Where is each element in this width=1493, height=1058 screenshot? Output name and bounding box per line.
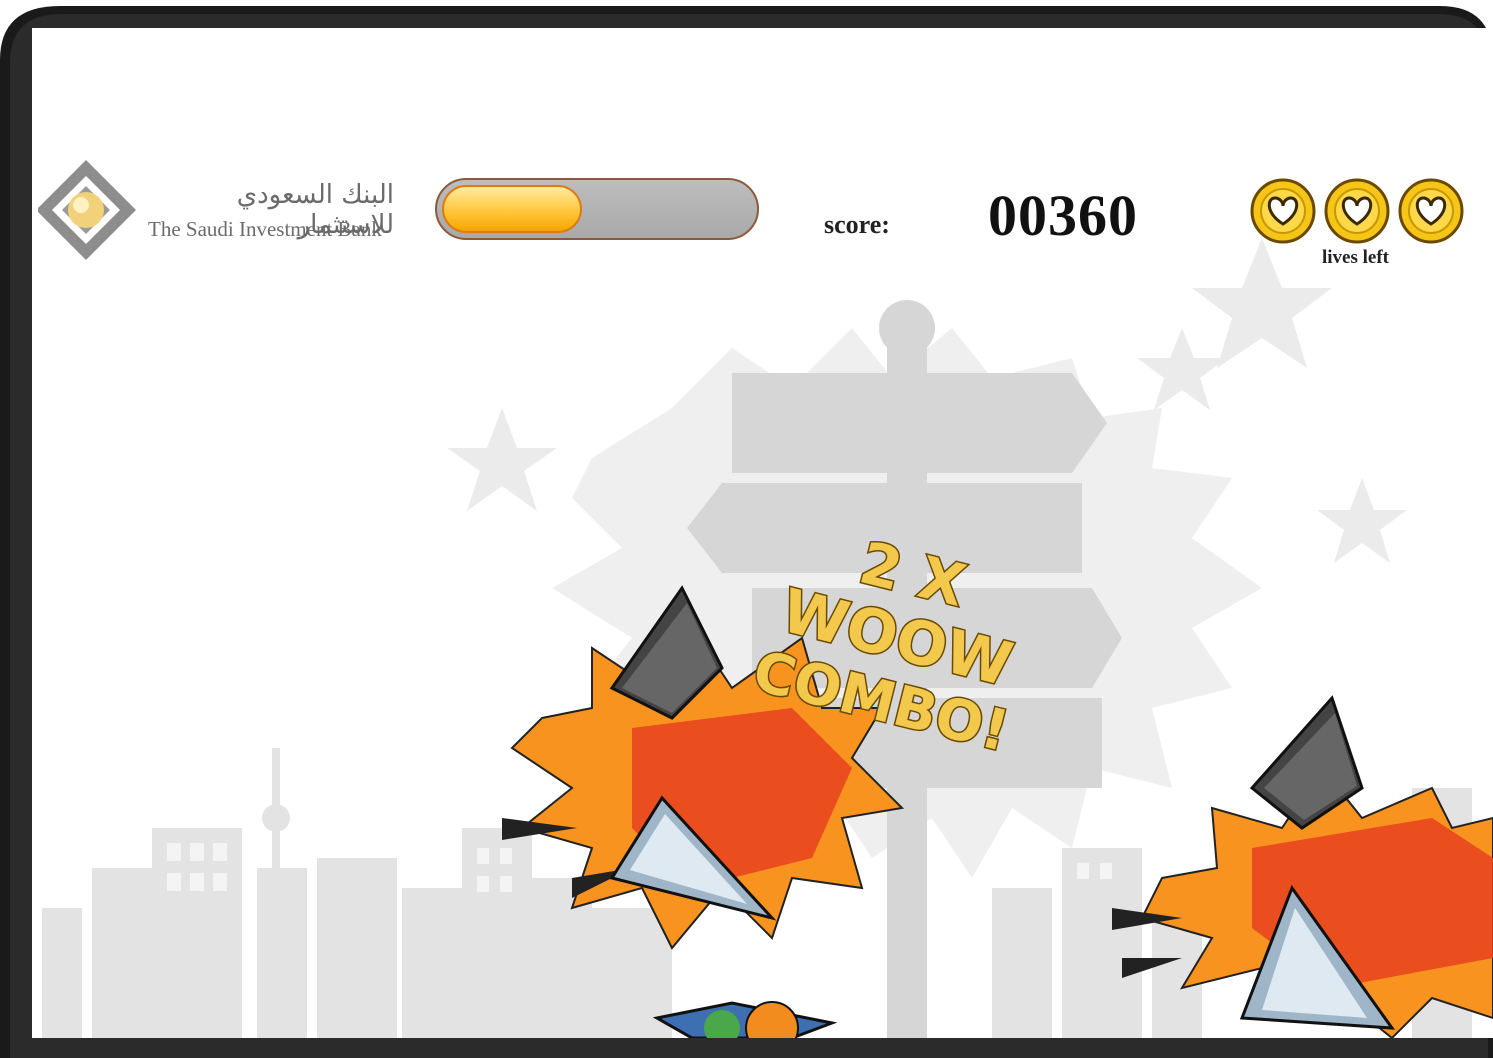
- lives-left-label: lives left: [1322, 247, 1390, 268]
- game-hud: البنك السعودي للاستثمار The Saudi Invest…: [0, 0, 1493, 300]
- fruit-bowl-item: [652, 1001, 838, 1038]
- heart-icon: [1398, 178, 1464, 244]
- heart-icon: [1324, 178, 1390, 244]
- heart-icon: [1250, 178, 1316, 244]
- score-value: 00360: [988, 183, 1138, 248]
- combo-progress-fill: [442, 185, 582, 233]
- score-label: score:: [824, 210, 890, 239]
- lives-hearts: [1250, 178, 1464, 244]
- combo-progress-bar: [435, 178, 759, 240]
- combo-popup: 2 X WOOW COMBO!: [745, 530, 1020, 760]
- bank-name-english: The Saudi Investment Bank: [148, 217, 382, 241]
